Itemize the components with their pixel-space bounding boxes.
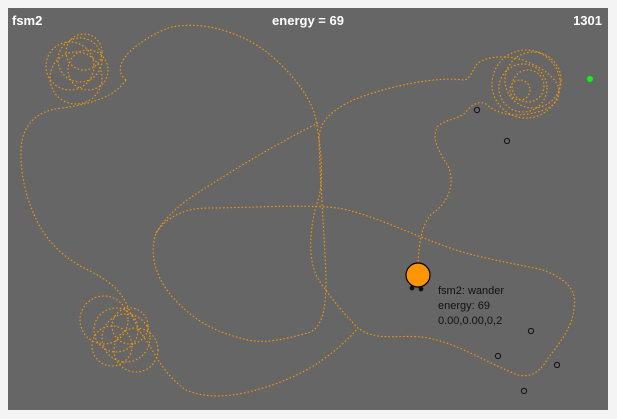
agent-state-line: fsm2: wander <box>438 285 505 297</box>
food-pellet <box>587 76 593 82</box>
agent-sensor-right <box>418 286 424 292</box>
obstacle-marker <box>473 106 481 114</box>
energy-readout: energy = 69 <box>272 13 344 28</box>
obstacle-marker <box>553 361 561 369</box>
agent-sensor-left <box>409 285 415 291</box>
trail-swirl-bottom-left <box>79 295 159 373</box>
trail-paths <box>20 24 576 397</box>
agent-sprite[interactable] <box>405 262 431 292</box>
step-counter: 1301 <box>573 13 602 28</box>
obstacle-markers <box>473 106 561 395</box>
game-canvas[interactable]: fsm2 energy = 69 1301 fsm2: wander energ… <box>8 8 608 410</box>
agent-vector-line: 0.00,0.00,0,2 <box>438 315 503 327</box>
obstacle-marker <box>503 137 511 145</box>
trail-outer-loop <box>119 24 576 377</box>
trail-swirl-top-right <box>491 49 562 119</box>
agent-info-panel: fsm2: wander energy: 69 0.00,0.00,0,2 <box>438 284 504 329</box>
obstacle-marker <box>520 387 528 395</box>
obstacle-marker <box>494 352 502 360</box>
agent-body[interactable] <box>405 262 431 288</box>
agent-energy-line: energy: 69 <box>438 300 490 312</box>
trail-swirl-top-left <box>45 33 109 105</box>
obstacle-marker <box>527 327 535 335</box>
trail-layer <box>20 24 593 397</box>
trail-diagonal <box>155 122 319 234</box>
trail-left-loop <box>20 79 359 397</box>
